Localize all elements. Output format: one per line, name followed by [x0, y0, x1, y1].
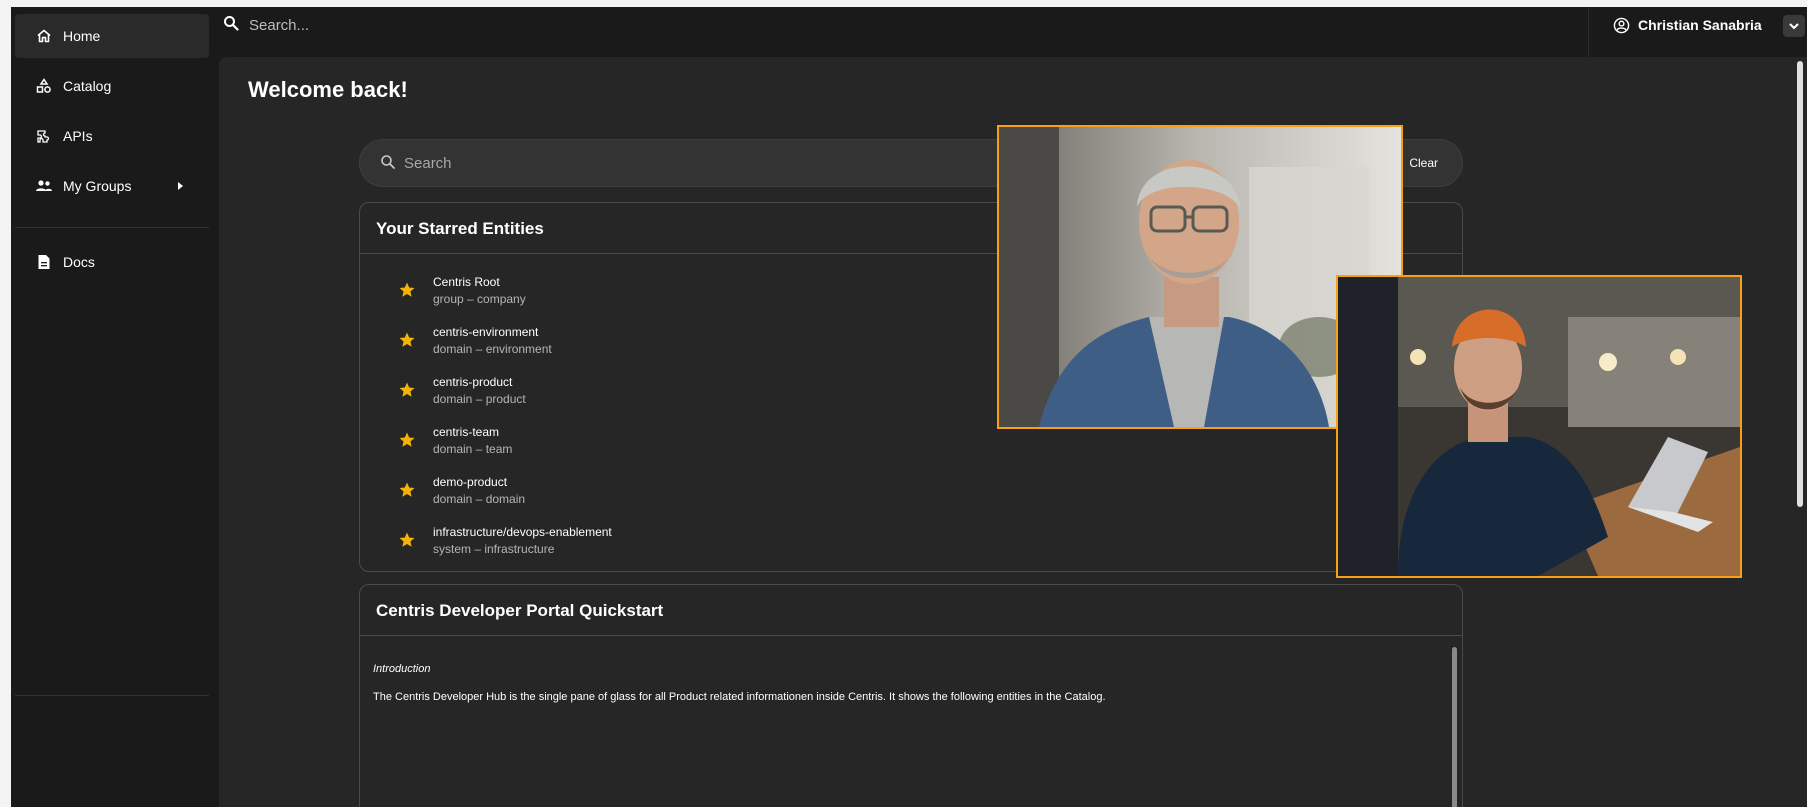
sidebar-item-label: My Groups [63, 178, 132, 194]
global-search-placeholder: Search... [249, 16, 310, 34]
entity-kind: system – infrastructure [433, 542, 555, 556]
entity-kind: domain – domain [433, 492, 526, 506]
search-icon [380, 154, 396, 175]
entity-name[interactable]: Centris Root [433, 275, 500, 289]
sidebar-item-label: Docs [63, 254, 95, 270]
entity-kind: group – company [433, 292, 526, 306]
sidebar-item-label: APIs [63, 128, 93, 144]
entity-kind: domain – environment [433, 342, 552, 356]
catalog-icon [35, 77, 53, 95]
quickstart-card: Centris Developer Portal Quickstart Intr… [359, 584, 1463, 807]
entity-name[interactable]: centris-team [433, 425, 499, 439]
user-circle-icon [1613, 17, 1630, 39]
home-icon [35, 27, 53, 45]
entity-name[interactable]: infrastructure/devops-enablement [433, 525, 612, 539]
entity-name[interactable]: centris-product [433, 375, 512, 389]
quickstart-title: Centris Developer Portal Quickstart [360, 585, 1462, 636]
api-icon [35, 127, 53, 145]
sidebar-item-home[interactable]: Home [15, 14, 209, 58]
user-name: Christian Sanabria [1638, 17, 1762, 33]
star-icon[interactable] [398, 431, 416, 454]
sidebar-item-docs[interactable]: Docs [15, 240, 209, 284]
sidebar-item-apis[interactable]: APIs [15, 114, 209, 158]
sidebar-divider-bottom [15, 695, 209, 696]
user-dropdown-button[interactable] [1783, 15, 1805, 37]
page-scrollbar[interactable] [1797, 61, 1803, 507]
entity-kind: domain – product [433, 392, 526, 406]
star-icon[interactable] [398, 531, 416, 554]
quickstart-scrollbar[interactable] [1452, 647, 1457, 807]
photo-man-with-laptop [1336, 275, 1742, 578]
entity-kind: domain – team [433, 442, 513, 456]
sidebar: Home Catalog APIs My Groups Docs [11, 7, 209, 807]
star-icon[interactable] [398, 381, 416, 404]
star-icon[interactable] [398, 481, 416, 504]
docs-icon [35, 253, 53, 271]
user-menu[interactable]: Christian Sanabria [1588, 7, 1807, 57]
sidebar-item-my-groups[interactable]: My Groups [15, 164, 209, 208]
chevron-down-icon [1789, 23, 1799, 30]
intro-text: The Centris Developer Hub is the single … [373, 691, 1106, 703]
caret-right-icon[interactable] [178, 182, 183, 190]
sidebar-item-label: Home [63, 28, 101, 44]
search-icon [223, 15, 239, 35]
intro-heading: Introduction [373, 663, 431, 675]
sidebar-divider [15, 227, 209, 228]
entity-name[interactable]: centris-environment [433, 325, 538, 339]
clear-button[interactable]: Clear [1409, 156, 1438, 170]
page-title: Welcome back! [248, 77, 408, 102]
top-bar: Search... Christian Sanabria [209, 7, 1807, 57]
global-search[interactable]: Search... [223, 15, 309, 35]
man-laptop-image [1338, 277, 1740, 576]
search-placeholder: Search [404, 155, 452, 172]
groups-icon [35, 177, 53, 195]
star-icon[interactable] [398, 281, 416, 304]
sidebar-item-catalog[interactable]: Catalog [15, 64, 209, 108]
sidebar-item-label: Catalog [63, 78, 112, 94]
entity-name[interactable]: demo-product [433, 475, 507, 489]
star-icon[interactable] [398, 331, 416, 354]
